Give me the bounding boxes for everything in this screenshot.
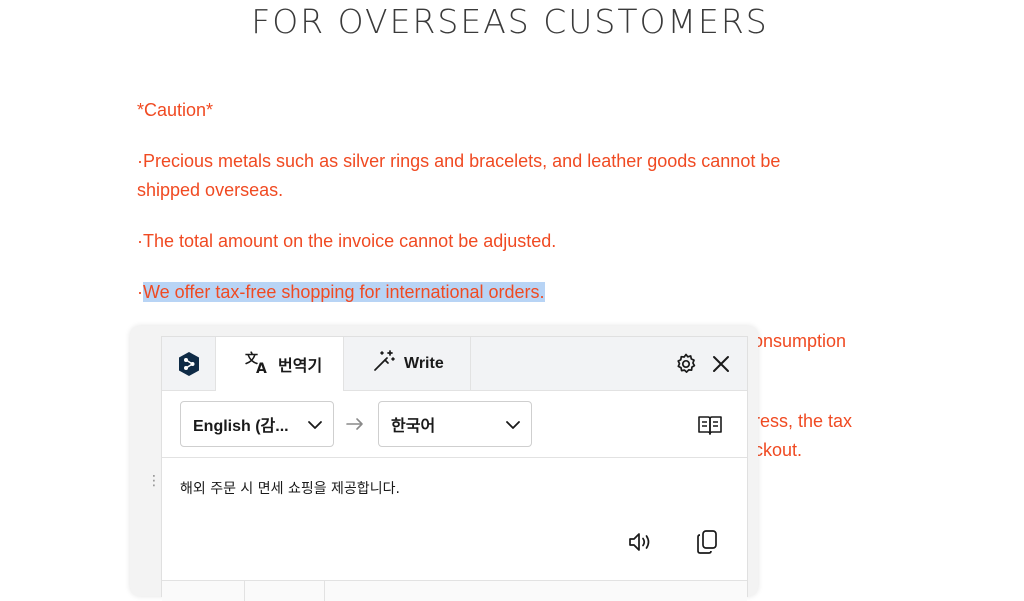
speaker-icon[interactable] bbox=[626, 527, 656, 557]
partial-text: dress, the tax bbox=[744, 411, 853, 431]
copy-icon[interactable] bbox=[692, 527, 722, 557]
caution-line-invoice: ·The total amount on the invoice cannot … bbox=[137, 231, 557, 251]
caution-heading: *Caution* bbox=[137, 100, 214, 120]
translation-output: 해외 주문 시 면세 쇼핑을 제공합니다. bbox=[180, 481, 400, 497]
translate-icon: 文 A bbox=[244, 350, 270, 379]
source-language-select[interactable]: English (감... bbox=[180, 401, 334, 447]
divider bbox=[162, 457, 747, 458]
caution-line-precious-metals-2: shipped overseas. bbox=[137, 180, 284, 200]
tab-translator-label: 번역기 bbox=[278, 358, 323, 375]
gear-icon[interactable] bbox=[671, 349, 701, 379]
close-icon[interactable] bbox=[706, 349, 736, 379]
tab-translator[interactable]: 文 A 번역기 bbox=[215, 337, 344, 391]
target-language-select[interactable]: 한국어 bbox=[378, 401, 532, 447]
caution-line-tax-free: ·We offer tax-free shopping for internat… bbox=[137, 278, 867, 307]
magic-wand-icon bbox=[372, 349, 396, 378]
target-language-label: 한국어 bbox=[391, 418, 436, 435]
glossary-icon[interactable] bbox=[695, 411, 725, 439]
svg-text:A: A bbox=[256, 361, 267, 374]
caution-line-precious-metals: ·Precious metals such as silver rings an… bbox=[137, 147, 867, 205]
deepl-logo-icon bbox=[162, 337, 215, 390]
translator-popup: ⋮⋮ 文 A 번역기 Write English (감... 한국어 해외 주문… bbox=[130, 326, 760, 601]
tab-bar: 文 A 번역기 Write bbox=[162, 337, 747, 391]
selected-text: We offer tax-free shopping for internati… bbox=[143, 282, 545, 302]
chevron-down-icon bbox=[505, 417, 521, 438]
chevron-down-icon bbox=[307, 417, 323, 438]
page-title: FOR OVERSEAS CUSTOMERS bbox=[251, 2, 769, 41]
footer-divider bbox=[244, 581, 245, 601]
tab-write-label: Write bbox=[404, 354, 444, 372]
tab-write[interactable]: Write bbox=[344, 337, 471, 390]
arrow-right-icon bbox=[344, 413, 366, 435]
footer-divider bbox=[324, 581, 325, 601]
source-language-label: English (감... bbox=[193, 418, 289, 435]
translator-card: 文 A 번역기 Write English (감... 한국어 해외 주문 시 … bbox=[161, 336, 748, 601]
popup-footer bbox=[162, 580, 747, 601]
caution-line-precious-metals-1: ·Precious metals such as silver rings an… bbox=[137, 151, 781, 171]
